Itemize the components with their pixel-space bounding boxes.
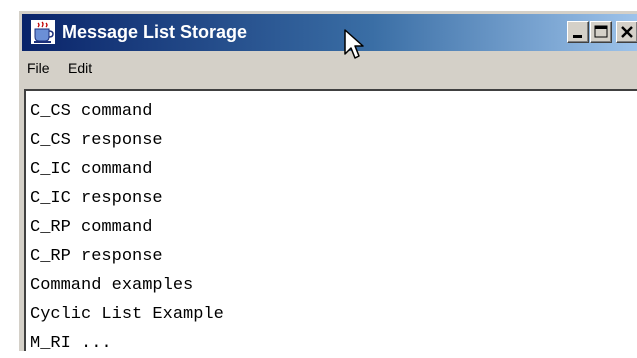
list-item[interactable]: C_RP command	[30, 213, 637, 242]
maximize-button[interactable]	[590, 21, 612, 43]
close-button[interactable]	[616, 21, 637, 43]
title-bar[interactable]: Message List Storage	[22, 14, 637, 51]
list-item[interactable]: Command examples	[30, 271, 637, 300]
list-item[interactable]: M_RI ...	[30, 329, 637, 358]
menu-edit[interactable]: Edit	[68, 60, 92, 76]
message-list-storage-window: Message List Storage File Edit C_CS comm…	[18, 10, 637, 353]
list-item[interactable]: C_IC command	[30, 155, 637, 184]
minimize-icon	[573, 35, 582, 38]
list-item[interactable]: C_CS response	[30, 126, 637, 155]
maximize-icon	[594, 25, 608, 38]
list-item[interactable]: Cyclic List Example	[30, 300, 637, 329]
close-icon	[621, 26, 633, 38]
java-cup-icon[interactable]	[31, 20, 55, 44]
list-item[interactable]: C_RP response	[30, 242, 637, 271]
message-list[interactable]: C_CS command C_CS response C_IC command …	[24, 89, 637, 353]
mouse-pointer-icon	[344, 29, 364, 59]
minimize-button[interactable]	[567, 21, 589, 43]
menu-file[interactable]: File	[27, 60, 50, 76]
menu-bar: File Edit	[22, 53, 637, 83]
list-item[interactable]: C_CS command	[30, 97, 637, 126]
list-item[interactable]: C_IC response	[30, 184, 637, 213]
window-title: Message List Storage	[62, 22, 248, 42]
